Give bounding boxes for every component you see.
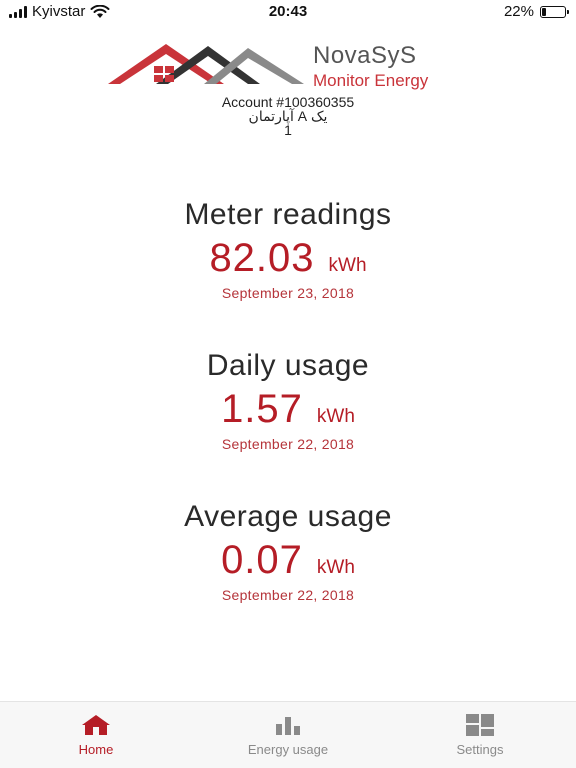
app-logo: NovaSyS Monitor Energy — [108, 38, 468, 94]
metric-date: September 22, 2018 — [221, 436, 355, 452]
tab-label: Home — [78, 742, 114, 757]
tab-label: Settings — [456, 742, 504, 757]
battery-level — [542, 7, 546, 16]
grid-icon — [466, 714, 494, 736]
account-name: یک A آپارتمان — [248, 108, 328, 124]
tab-label: Energy usage — [247, 742, 329, 757]
metric-title: Average usage — [184, 500, 392, 533]
battery-percent: 22% — [503, 3, 534, 20]
status-right: 22% — [503, 3, 569, 20]
metric-unit: kWh — [316, 406, 355, 427]
metric-date: September 23, 2018 — [221, 285, 355, 301]
tab-bar: Home Energy usage Settings — [0, 701, 576, 768]
account-info: Account #100360355 یک A آپارتمان 1 — [0, 95, 576, 137]
metric-value-row: 1.57 kWh — [0, 387, 576, 440]
house-roof-logo-icon — [108, 44, 304, 84]
metric-meter-readings: Meter readings 82.03 kWh September 23, 20… — [0, 198, 576, 301]
account-number: Account #100360355 — [221, 94, 355, 110]
metric-title: Daily usage — [206, 349, 370, 382]
clock: 20:43 — [268, 3, 308, 20]
account-index: 1 — [284, 122, 292, 138]
metric-unit: kWh — [316, 557, 355, 578]
logo-subtitle: Monitor Energy — [313, 71, 429, 90]
metric-title: Meter readings — [184, 198, 392, 231]
metric-unit: kWh — [328, 255, 367, 276]
battery-icon — [540, 5, 569, 18]
metric-value-row: 82.03 kWh — [0, 236, 576, 289]
metric-value: 0.07 — [221, 538, 303, 582]
tab-home[interactable]: Home — [0, 702, 192, 768]
metric-average-usage: Average usage 0.07 kWh September 22, 2018 — [0, 500, 576, 603]
metric-daily-usage: Daily usage 1.57 kWh September 22, 2018 — [0, 349, 576, 452]
tab-energy-usage[interactable]: Energy usage — [192, 702, 384, 768]
metric-date: September 22, 2018 — [221, 587, 355, 603]
status-bar: Kyivstar 20:43 22% — [0, 0, 576, 26]
metric-value-row: 0.07 kWh — [0, 538, 576, 591]
tab-settings[interactable]: Settings — [384, 702, 576, 768]
home-icon — [82, 715, 110, 735]
logo-title: NovaSyS — [313, 42, 417, 69]
bar-chart-icon — [276, 717, 300, 735]
metric-value: 82.03 — [209, 236, 315, 280]
metric-value: 1.57 — [221, 387, 303, 431]
